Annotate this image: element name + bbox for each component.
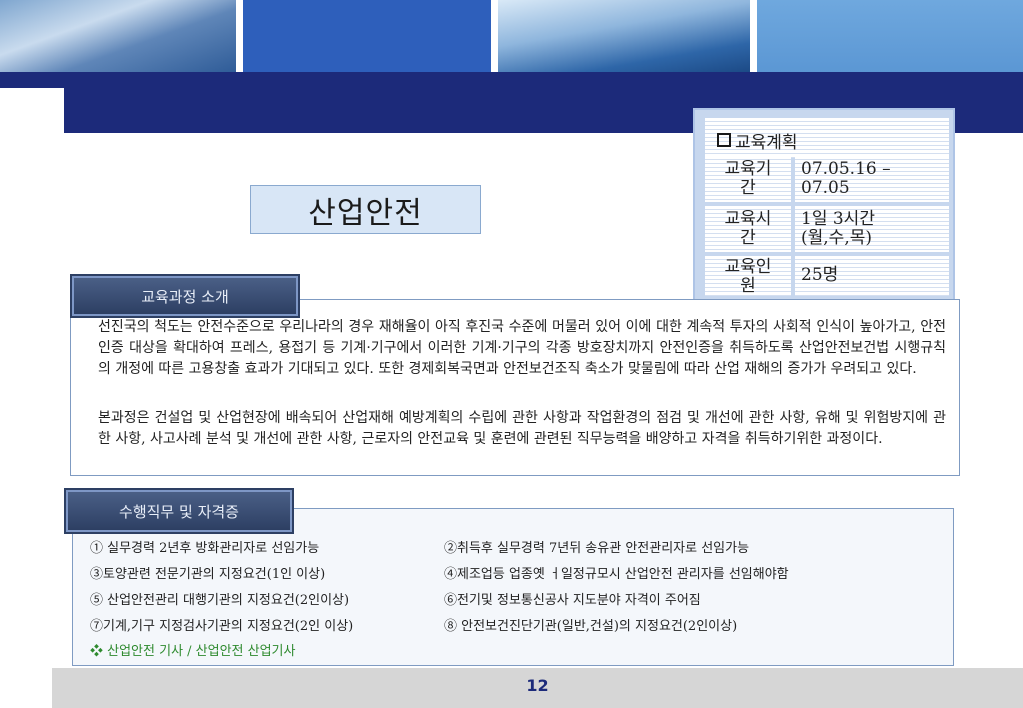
checkbox-square-icon: [717, 133, 731, 147]
header-block-lightblue: [757, 0, 1023, 72]
header-image-buildings: [498, 0, 750, 72]
certification-line: ❖ 산업안전 기사 / 산업안전 산업기사: [90, 644, 296, 659]
duty-item: ④제조업등 업종옛 ㅓ일정규모시 산업안전 관리자를 선임해야함: [444, 567, 789, 582]
duty-item: ⑥전기및 정보통신공사 지도분야 자격이 주어짐: [444, 593, 701, 608]
duty-item: ⑧ 안전보건진단기관(일반,건설)의 지정요건(2인이상): [444, 619, 738, 634]
plan-value-hours: 1일 3시간 (월,수,목): [795, 206, 949, 252]
intro-paragraph-2: 본과정은 건설업 및 산업현장에 배속되어 산업재해 예방계획의 수립에 관한 …: [98, 410, 946, 447]
education-plan-table: 교육계획 교육기 간 07.05.16 – 07.05 교육시 간 1일 3시간…: [693, 108, 955, 302]
duties-tab: 수행직무 및 자격증: [66, 490, 292, 532]
plan-value-period: 07.05.16 – 07.05: [795, 156, 949, 202]
plan-header-label: 교육계획: [735, 133, 798, 153]
page-number: 12: [526, 676, 549, 695]
plan-key-headcount: 교육인 원: [705, 256, 791, 296]
header-block-blue: [243, 0, 491, 72]
duty-item: ⑦기계,기구 지정검사기관의 지정요건(2인 이상): [90, 619, 354, 634]
intro-tab: 교육과정 소개: [72, 276, 298, 316]
duty-item: ②취득후 실무경력 7년뒤 송유관 안전관리자로 선임가능: [444, 541, 750, 556]
header-band: [0, 72, 1023, 88]
duty-item: ① 실무경력 2년후 방화관리자로 선임가능: [90, 541, 320, 556]
duty-item: ⑤ 산업안전관리 대행기관의 지정요건(2인이상): [90, 593, 350, 608]
plan-value-headcount: 25명: [795, 256, 949, 296]
duty-item: ③토양관련 전문기관의 지정요건(1인 이상): [90, 567, 326, 582]
header-image-hands: [0, 0, 236, 72]
plan-key-hours: 교육시 간: [705, 206, 791, 252]
intro-paragraph-1: 선진국의 척도는 안전수준으로 우리나라의 경우 재해율이 아직 후진국 수준에…: [98, 319, 946, 377]
course-title: 산업안전: [250, 185, 481, 234]
plan-key-period: 교육기 간: [705, 156, 791, 202]
plan-header: 교육계획: [705, 118, 949, 158]
footer-bar: 12: [52, 668, 1023, 708]
